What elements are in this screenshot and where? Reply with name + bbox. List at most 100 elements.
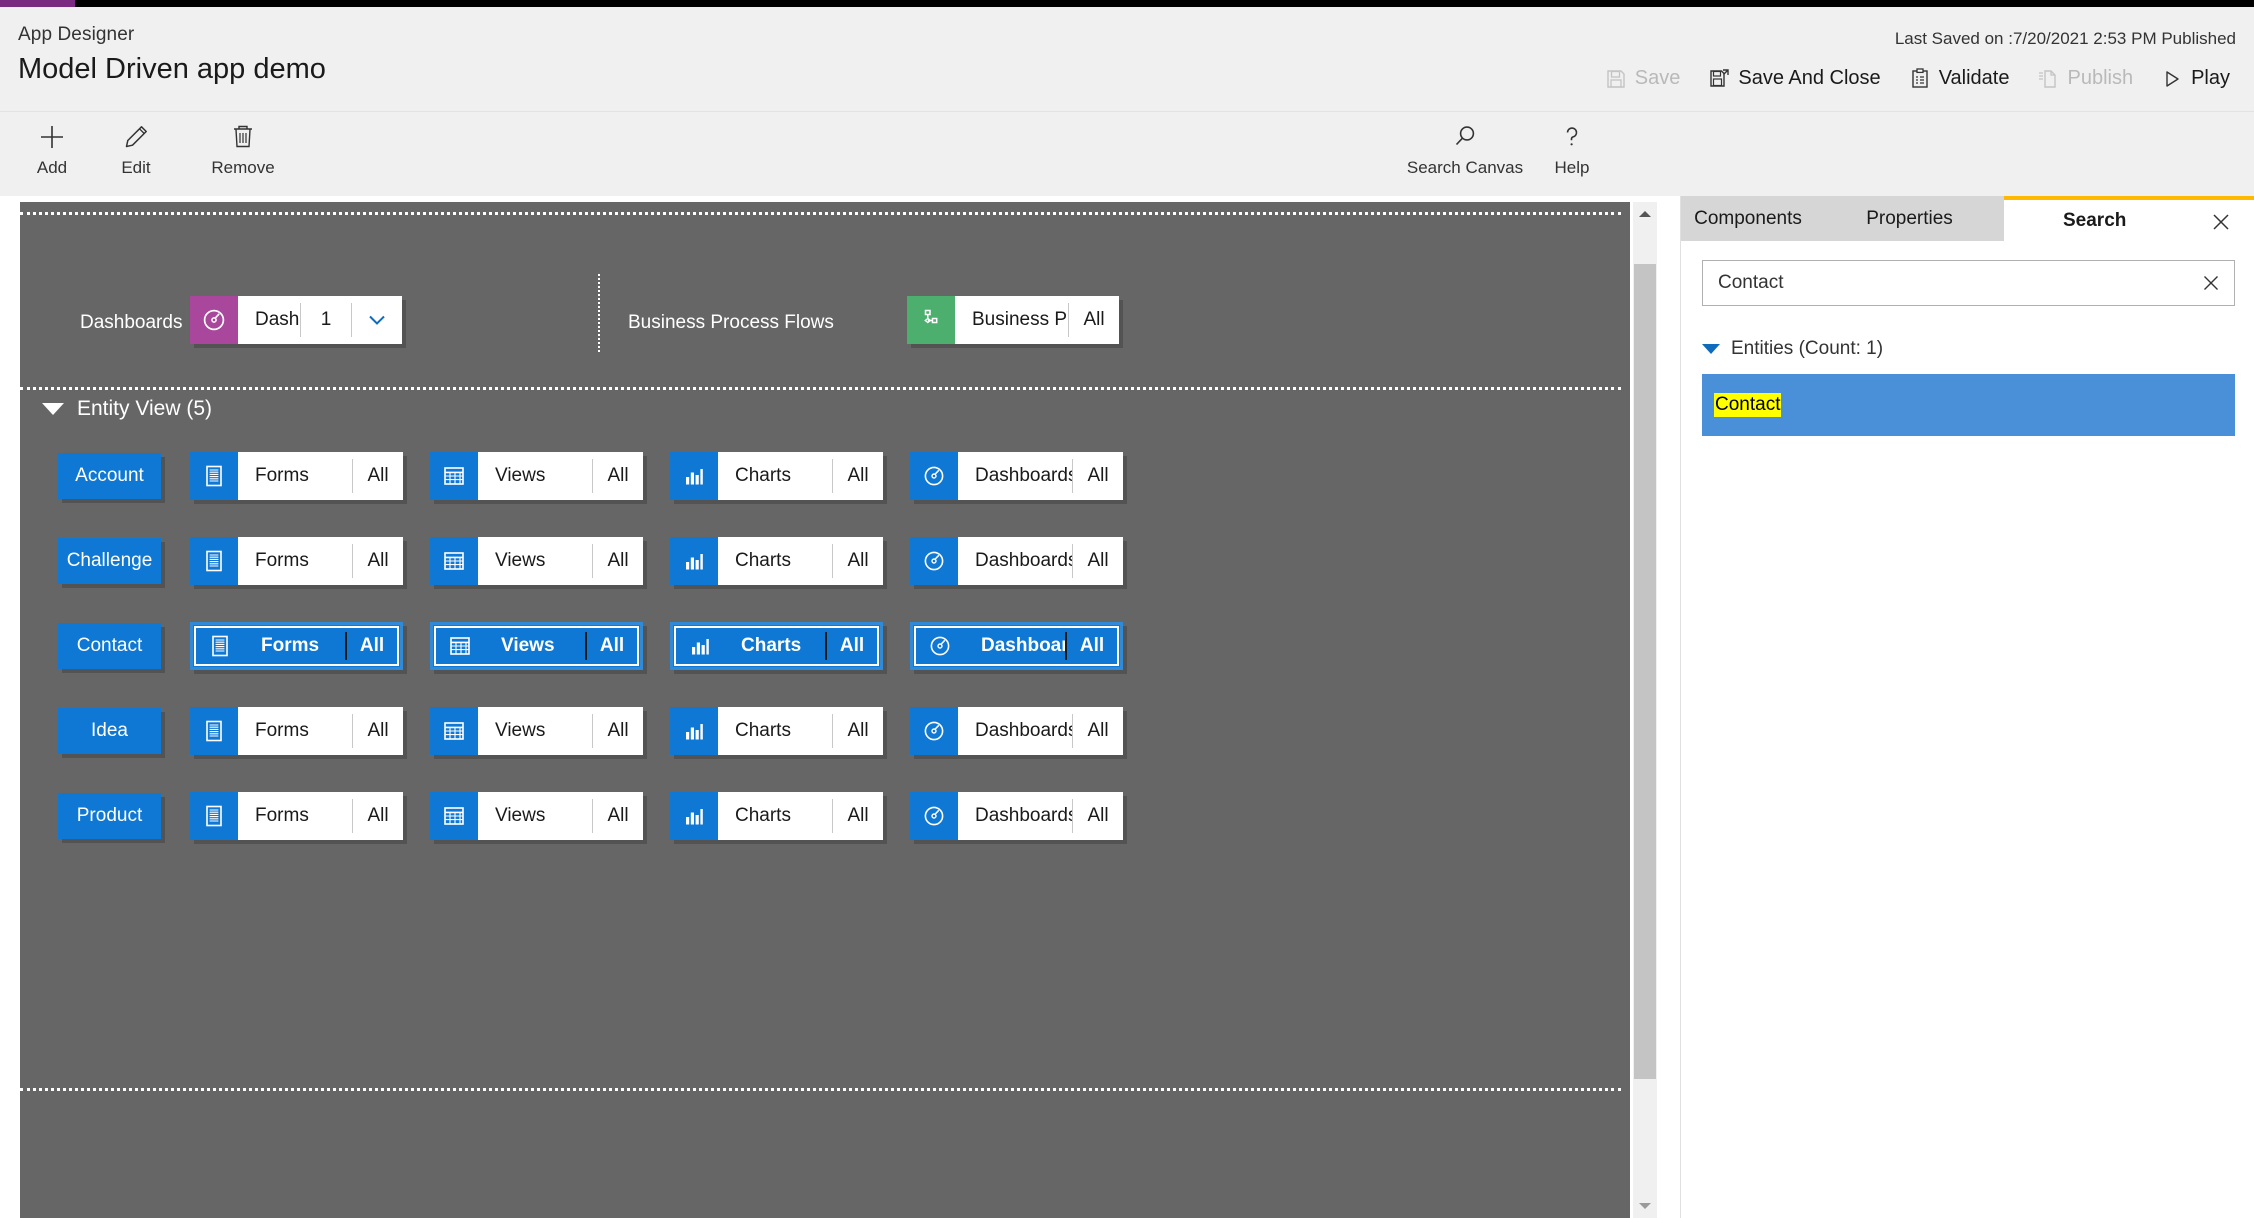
entity-component-tile[interactable]: Charts All (670, 707, 883, 755)
entity-component-tile[interactable]: Views All (430, 452, 643, 500)
entity-button[interactable]: Account (58, 453, 161, 499)
plus-icon (38, 122, 66, 152)
search-results-group-header[interactable]: Entities (Count: 1) (1702, 338, 1883, 360)
scroll-up-arrow-icon[interactable] (1633, 202, 1657, 226)
play-triangle-icon (2161, 68, 2183, 90)
app-designer-label: App Designer (18, 24, 135, 45)
tile-name: Charts (735, 465, 791, 486)
entity-component-tile[interactable]: Dashboards All (910, 622, 1123, 670)
entity-component-tile[interactable]: Forms All (190, 452, 403, 500)
entity-button[interactable]: Contact (58, 623, 161, 669)
entity-component-tile[interactable]: Dashboards All (910, 452, 1123, 500)
app-canvas[interactable]: Dashboards Dashboards 1 Business Process… (20, 202, 1630, 1218)
tile-count: All (847, 465, 869, 486)
entity-button[interactable]: Idea (58, 708, 161, 754)
tile-selection-inner: Views All (434, 626, 639, 666)
last-saved-status: Last Saved on :7/20/2021 2:53 PM Publish… (1894, 29, 2236, 48)
search-result-item[interactable]: Contact (1702, 374, 2235, 436)
tile-name: Forms (255, 805, 309, 826)
tile-count: All (607, 805, 629, 826)
validate-button[interactable]: Validate (1895, 63, 2024, 94)
entity-component-tile[interactable]: Forms All (190, 537, 403, 585)
search-input[interactable] (1703, 272, 2188, 294)
tile-count: All (599, 635, 625, 656)
tile-count: All (1087, 720, 1109, 741)
play-button[interactable]: Play (2147, 63, 2244, 94)
entity-component-tile[interactable]: Dashboards All (910, 537, 1123, 585)
tab-components[interactable]: Components (1681, 196, 1815, 241)
add-button[interactable]: Add (10, 112, 94, 178)
entity-component-tile[interactable]: Charts All (670, 622, 883, 670)
tab-search[interactable]: Search (2004, 196, 2254, 241)
entity-component-tile[interactable]: Forms All (190, 707, 403, 755)
scroll-down-arrow-icon[interactable] (1633, 1194, 1657, 1218)
entity-view-header[interactable]: Entity View (5) (42, 397, 212, 421)
search-canvas-button[interactable]: Search Canvas (1400, 112, 1530, 178)
entity-component-tile[interactable]: Forms All (190, 622, 403, 670)
entity-button-label: Idea (91, 720, 128, 741)
tile-count: All (367, 720, 389, 741)
charts-bar-icon (670, 537, 718, 585)
tile-count: All (847, 550, 869, 571)
tile-name: Views (495, 805, 546, 826)
section-divider-bottom (20, 1088, 1621, 1091)
tile-count: All (367, 465, 389, 486)
entity-component-tile[interactable]: Dashboards All (910, 792, 1123, 840)
publish-button-label: Publish (2067, 67, 2134, 89)
entity-component-tile[interactable]: Forms All (190, 792, 403, 840)
play-button-label: Play (2191, 67, 2230, 89)
tile-count: All (847, 720, 869, 741)
section-divider-middle (20, 387, 1621, 390)
remove-button[interactable]: Remove (178, 112, 308, 178)
question-mark-icon (1558, 122, 1586, 152)
tile-count: All (847, 805, 869, 826)
publish-button[interactable]: Publish (2023, 63, 2147, 94)
tab-components-label: Components (1694, 207, 1802, 229)
scrollbar-thumb[interactable] (1634, 264, 1656, 1079)
entity-component-tile[interactable]: Charts All (670, 792, 883, 840)
edit-button-label: Edit (121, 158, 151, 177)
entity-component-tile[interactable]: Charts All (670, 452, 883, 500)
entity-component-tile[interactable]: Views All (430, 622, 643, 670)
entity-button-label: Account (75, 465, 144, 486)
remove-button-label: Remove (211, 158, 275, 177)
search-canvas-button-label: Search Canvas (1406, 158, 1524, 177)
entity-component-tile[interactable]: Views All (430, 792, 643, 840)
dashboards-section-label: Dashboards (80, 312, 183, 333)
search-icon (1451, 122, 1479, 152)
canvas-vertical-scrollbar[interactable] (1633, 202, 1657, 1218)
tile-name: Dashboards (975, 805, 1072, 826)
tile-name: Views (495, 720, 546, 741)
dashboards-tile[interactable]: Dashboards 1 (190, 296, 402, 344)
chevron-down-icon[interactable] (352, 296, 402, 344)
toolbar-right-group: Search Canvas Help (1400, 112, 1614, 178)
close-icon[interactable] (2211, 212, 2231, 238)
entity-component-tile[interactable]: Views All (430, 707, 643, 755)
business-process-flows-tile[interactable]: Business Proces... All (907, 296, 1119, 344)
entity-component-tile[interactable]: Charts All (670, 537, 883, 585)
entity-button[interactable]: Challenge (58, 538, 161, 584)
entity-component-tile[interactable]: Dashboards All (910, 707, 1123, 755)
dashboard-gauge-icon (910, 452, 958, 500)
views-grid-icon (436, 628, 484, 664)
section-divider-top (20, 212, 1621, 215)
tile-name: Views (495, 550, 546, 571)
caret-down-icon (1702, 344, 1720, 354)
save-and-close-button[interactable]: Save And Close (1694, 63, 1894, 94)
tab-properties[interactable]: Properties (1815, 196, 2004, 241)
app-header: App Designer Model Driven app demo Last … (0, 7, 2254, 111)
process-flow-icon (907, 296, 955, 344)
entity-button[interactable]: Product (58, 793, 161, 839)
edit-button[interactable]: Edit (94, 112, 178, 178)
tile-name: Charts (741, 635, 802, 656)
entity-component-tile[interactable]: Views All (430, 537, 643, 585)
help-button[interactable]: Help (1530, 112, 1614, 178)
help-button-label: Help (1554, 158, 1590, 177)
entity-view-header-label: Entity View (5) (77, 397, 212, 420)
tile-count: All (1087, 550, 1109, 571)
header-command-bar: Save Save And Close Validate Publish Pla (1591, 63, 2244, 94)
save-button-label: Save (1634, 67, 1681, 89)
search-input-wrapper[interactable] (1702, 260, 2235, 306)
clear-x-icon[interactable] (2188, 273, 2234, 293)
save-button[interactable]: Save (1591, 63, 1695, 94)
